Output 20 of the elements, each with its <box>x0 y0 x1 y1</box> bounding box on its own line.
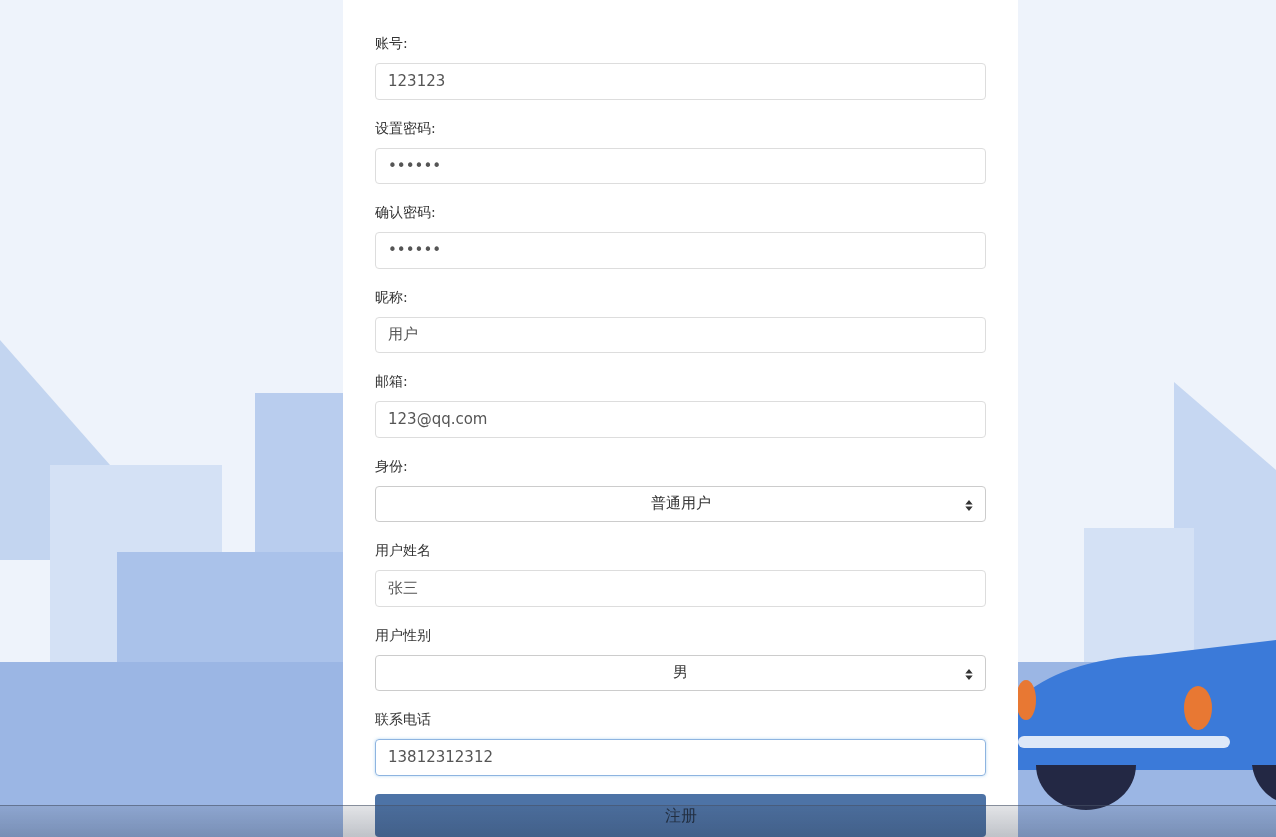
input-field[interactable]: 用户 <box>375 316 986 353</box>
field-label: 用户姓名 <box>375 541 431 560</box>
field-label: 确认密码: <box>375 203 436 222</box>
field-label: 邮箱: <box>375 372 408 391</box>
sort-caret-icon <box>965 668 973 680</box>
input-field[interactable]: 123@qq.com <box>375 401 986 438</box>
field-label: 用户性别 <box>375 625 431 645</box>
select-field[interactable]: 普通用户 <box>375 485 986 522</box>
field-label: 设置密码: <box>375 118 436 138</box>
input-field[interactable]: 123123 <box>375 63 986 100</box>
input-field[interactable]: •••••• <box>375 232 986 269</box>
field-label: 联系电话 <box>375 710 431 729</box>
input-field[interactable]: •••••• <box>375 147 986 184</box>
input-field[interactable]: 13812312312 <box>375 739 986 776</box>
select-field[interactable]: 男 <box>375 654 986 691</box>
field-label: 身份: <box>375 456 408 476</box>
sort-caret-icon <box>965 499 973 511</box>
field-label: 账号: <box>375 34 408 53</box>
input-field[interactable]: 张三 <box>375 570 986 607</box>
field-label: 昵称: <box>375 287 408 307</box>
